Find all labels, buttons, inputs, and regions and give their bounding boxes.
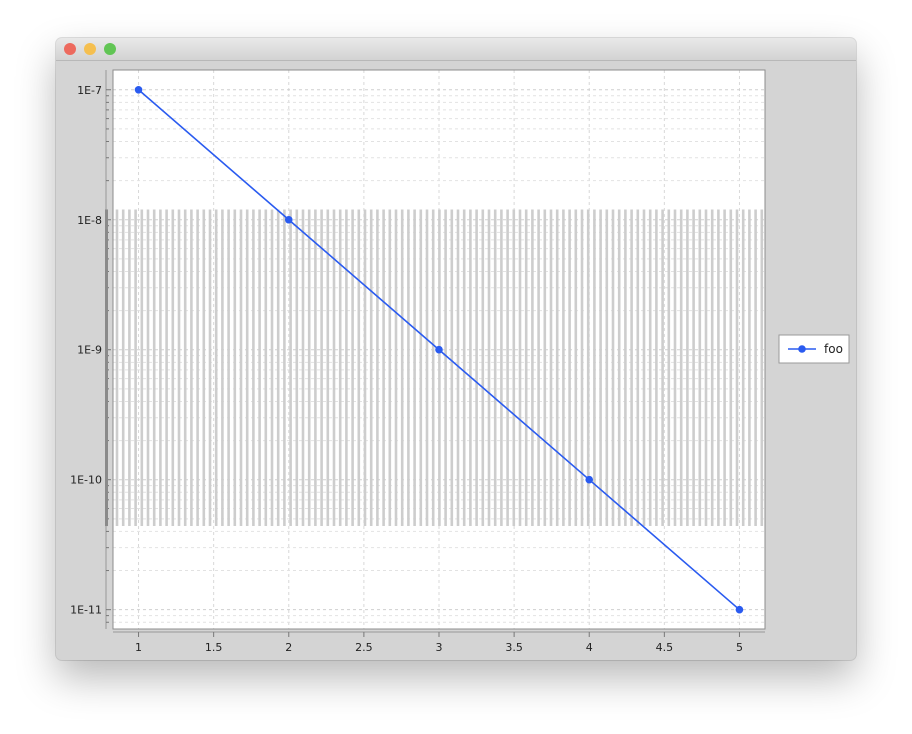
x-tick-label: 2.5 xyxy=(355,641,373,654)
data-point xyxy=(735,605,744,614)
data-point xyxy=(134,85,143,94)
y-tick-label: 1E-10 xyxy=(70,474,102,487)
y-tick-label: 1E-7 xyxy=(77,84,102,97)
data-point xyxy=(435,345,443,354)
y-axis-dense-ticks xyxy=(105,209,108,527)
x-tick-label: 5 xyxy=(736,641,743,654)
legend: foo xyxy=(778,334,850,364)
data-point xyxy=(284,215,293,224)
y-tick-label: 1E-11 xyxy=(70,604,102,617)
x-tick-label: 4 xyxy=(586,641,593,654)
x-tick-label: 3.5 xyxy=(505,641,523,654)
y-tick-label: 1E-9 xyxy=(77,344,102,357)
x-tick-label: 4.5 xyxy=(656,641,674,654)
chart-window: 1E-7 1E-8 1E-9 1E-10 1E-11 1 1.5 2 2.5 3 3.5 4 4.5 5 f… xyxy=(56,38,856,660)
y-axis: 1E-7 1E-8 1E-9 1E-10 1E-11 xyxy=(70,70,111,629)
x-tick-label: 1.5 xyxy=(205,641,223,654)
x-axis: 1 1.5 2 2.5 3 3.5 4 4.5 5 xyxy=(113,631,765,654)
legend-marker xyxy=(798,345,806,353)
y-tick-label: 1E-8 xyxy=(77,214,102,227)
x-tick-label: 2 xyxy=(285,641,292,654)
chart-canvas: 1E-7 1E-8 1E-9 1E-10 1E-11 1 1.5 2 2.5 3 3.5 4 4.5 5 f… xyxy=(70,69,850,654)
x-tick-label: 3 xyxy=(436,641,443,654)
data-point xyxy=(585,475,594,484)
legend-label: foo xyxy=(824,342,843,356)
x-tick-label: 1 xyxy=(135,641,142,654)
